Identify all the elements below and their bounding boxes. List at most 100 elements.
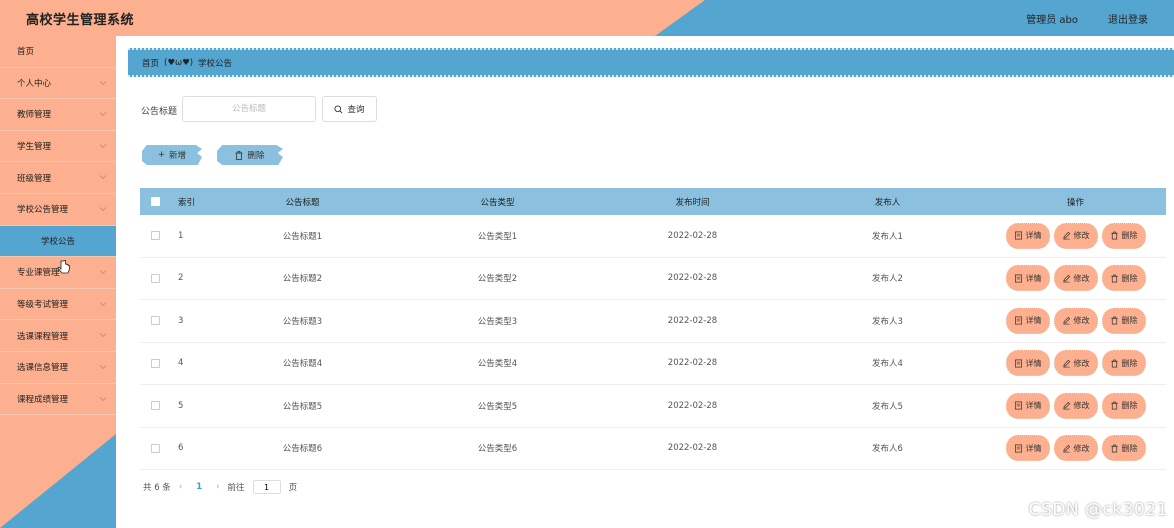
delete-button[interactable]: 删除 — [1101, 307, 1146, 334]
prev-page-icon[interactable]: ‹ — [179, 482, 182, 492]
row-checkbox[interactable] — [150, 358, 160, 368]
cell-ops: 详情 修改 删除 — [985, 392, 1166, 419]
delete-button[interactable]: 删除 — [1101, 265, 1146, 292]
chevron-down-icon — [99, 143, 107, 148]
announcement-table: 索引 公告标题 公告类型 发布时间 发布人 操作 1 公告标题1 公告类型1 2022… — [140, 188, 1166, 470]
batch-delete-button[interactable]: 删除 — [217, 145, 283, 165]
delete-button-label: 删除 — [1121, 316, 1138, 326]
table-row: 4 公告标题4 公告类型4 2022-02-28 发布人4 详情 修改 删除 — [140, 343, 1166, 385]
trash-icon — [1110, 359, 1119, 368]
cell-ops: 详情 修改 删除 — [985, 435, 1166, 462]
sidebar-menu: 首页 个人中心 教师管理 学生管理 班级管理 学校公告管理 学校公告 专业课管理 等级考试管理选… — [0, 36, 116, 416]
cell-publisher: 发布人3 — [872, 316, 903, 327]
delete-button[interactable]: 删除 — [1101, 392, 1146, 419]
cell-title: 公告标题6 — [282, 444, 323, 455]
delete-button-label: 删除 — [1121, 231, 1138, 241]
sidebar-item[interactable]: 首页 — [0, 36, 116, 68]
sidebar-decor-corner — [0, 434, 116, 528]
header-peach-band — [0, 0, 705, 36]
document-icon — [1014, 231, 1023, 240]
sidebar-item[interactable]: 学生管理 — [0, 131, 116, 163]
edit-button[interactable]: 修改 — [1053, 222, 1098, 249]
col-time-header: 发布时间 — [675, 197, 710, 208]
cell-publisher: 发布人6 — [872, 444, 903, 455]
sidebar-item-label: 课程成绩管理 — [17, 394, 69, 405]
delete-button-label: 删除 — [1121, 273, 1138, 283]
cell-publisher: 发布人4 — [872, 359, 903, 370]
cell-ops: 详情 修改 删除 — [985, 222, 1166, 249]
chevron-down-icon — [99, 396, 107, 401]
breadcrumb-home[interactable]: 首页 — [142, 57, 159, 69]
cell-index: 3 — [178, 315, 184, 326]
sidebar-item[interactable]: 等级考试管理 — [0, 289, 116, 321]
search-input[interactable] — [182, 96, 316, 122]
batch-delete-label: 删除 — [247, 151, 265, 161]
sidebar-item[interactable]: 课程成绩管理 — [0, 384, 116, 416]
detail-button-label: 详情 — [1025, 273, 1042, 283]
page-suffix: 页 — [288, 483, 298, 493]
trash-icon — [1110, 444, 1119, 453]
row-checkbox[interactable] — [150, 231, 160, 241]
table-row: 2 公告标题2 公告类型2 2022-02-28 发布人2 详情 修改 删除 — [140, 258, 1166, 300]
row-checkbox[interactable] — [150, 443, 160, 453]
row-checkbox[interactable] — [150, 316, 160, 326]
query-button[interactable]: 查询 — [322, 96, 377, 122]
row-checkbox[interactable] — [150, 401, 160, 411]
delete-button-label: 删除 — [1121, 401, 1138, 411]
detail-button[interactable]: 详情 — [1005, 265, 1050, 292]
delete-button[interactable]: 删除 — [1101, 435, 1146, 462]
add-button[interactable]: + 新增 — [142, 145, 202, 165]
col-publisher-header: 发布人 — [874, 197, 901, 208]
table-row: 3 公告标题3 公告类型3 2022-02-28 发布人3 详情 修改 删除 — [140, 300, 1166, 343]
edit-button[interactable]: 修改 — [1053, 265, 1098, 292]
edit-button[interactable]: 修改 — [1053, 392, 1098, 419]
cell-time: 2022-02-28 — [667, 443, 718, 454]
breadcrumb: 首页 (♥ω♥) 学校公告 — [128, 48, 1174, 77]
chevron-down-icon — [99, 365, 107, 370]
total-count: 共 6 条 — [143, 483, 171, 493]
edit-button[interactable]: 修改 — [1053, 350, 1098, 377]
edit-button-label: 修改 — [1073, 443, 1090, 453]
sidebar-item[interactable]: 班级管理 — [0, 162, 116, 194]
search-label: 公告标题 — [141, 107, 178, 117]
sidebar-item[interactable]: 教师管理 — [0, 99, 116, 131]
col-type-header: 公告类型 — [480, 197, 515, 208]
sidebar-item-label: 选课信息管理 — [17, 363, 69, 374]
edit-button-label: 修改 — [1073, 401, 1090, 411]
detail-button[interactable]: 详情 — [1005, 435, 1050, 462]
trash-icon — [1110, 316, 1119, 325]
cell-title: 公告标题2 — [282, 274, 323, 285]
sidebar-item[interactable]: 学校公告管理 — [0, 194, 116, 226]
sidebar-item[interactable]: 选课课程管理 — [0, 320, 116, 352]
delete-button[interactable]: 删除 — [1101, 222, 1146, 249]
sidebar-item[interactable]: 个人中心 — [0, 68, 116, 100]
pagination: 共 6 条 ‹ 1 › 前往 页 — [143, 480, 297, 494]
select-all-checkbox[interactable] — [150, 197, 160, 206]
row-checkbox[interactable] — [150, 273, 160, 283]
sidebar-item[interactable]: 选课信息管理 — [0, 352, 116, 384]
cell-title: 公告标题5 — [282, 401, 323, 412]
goto-page-input[interactable] — [252, 480, 281, 494]
edit-button-label: 修改 — [1073, 358, 1090, 368]
edit-button-label: 修改 — [1073, 231, 1090, 241]
sidebar-item[interactable]: 学校公告 — [0, 225, 116, 258]
next-page-icon[interactable]: › — [216, 482, 219, 492]
logout-link[interactable]: 退出登录 — [1108, 11, 1148, 26]
page-number[interactable]: 1 — [190, 482, 208, 492]
sidebar-item-label: 班级管理 — [17, 173, 52, 184]
delete-button-label: 删除 — [1121, 358, 1138, 368]
table-row: 1 公告标题1 公告类型1 2022-02-28 发布人1 详情 修改 删除 — [140, 215, 1166, 258]
pencil-icon — [1062, 274, 1071, 283]
detail-button[interactable]: 详情 — [1005, 350, 1050, 377]
delete-button[interactable]: 删除 — [1101, 350, 1146, 377]
edit-button[interactable]: 修改 — [1053, 307, 1098, 334]
detail-button[interactable]: 详情 — [1005, 307, 1050, 334]
edit-button[interactable]: 修改 — [1053, 435, 1098, 462]
detail-button[interactable]: 详情 — [1005, 392, 1050, 419]
cell-type: 公告类型6 — [477, 444, 518, 455]
detail-button[interactable]: 详情 — [1005, 222, 1050, 249]
app-title: 高校学生管理系统 — [26, 13, 135, 28]
chevron-down-icon — [99, 207, 107, 212]
cell-time: 2022-02-28 — [667, 230, 718, 241]
cell-type: 公告类型4 — [477, 359, 518, 370]
